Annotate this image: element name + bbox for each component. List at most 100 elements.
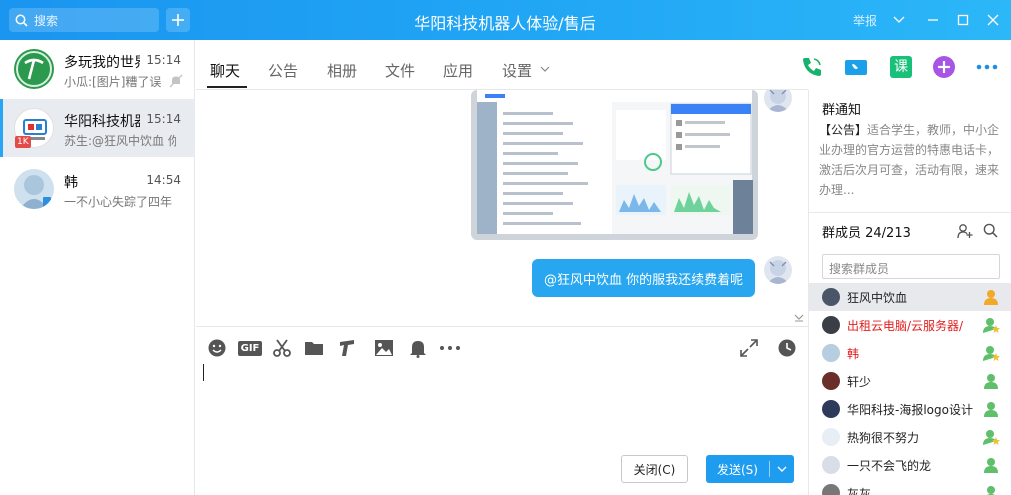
- member-name: 灰灰: [847, 487, 872, 495]
- file-button[interactable]: [303, 337, 325, 359]
- member-admin-star-icon: [983, 346, 1000, 361]
- member-item[interactable]: 一只不会飞的龙: [809, 451, 1011, 479]
- search-box[interactable]: 搜索: [9, 8, 159, 32]
- tab-chat[interactable]: 聊天: [210, 60, 240, 81]
- message-input-area[interactable]: GIF 关闭(C) 发送(S): [196, 326, 808, 495]
- gif-button[interactable]: GIF: [237, 337, 263, 359]
- phone-icon: [803, 58, 821, 76]
- image-button[interactable]: [373, 337, 395, 359]
- title-bar: 搜索 华阳科技机器人体验/售后 举报: [0, 0, 1011, 40]
- add-button[interactable]: [166, 8, 190, 32]
- screenshot-button[interactable]: [271, 337, 293, 359]
- member-role-icon: [984, 290, 998, 305]
- chevron-down-icon: [777, 466, 787, 472]
- course-button[interactable]: 课: [888, 54, 914, 80]
- add-member-icon[interactable]: [957, 223, 973, 239]
- bell-icon: [410, 341, 426, 358]
- expand-input-button[interactable]: [738, 337, 760, 359]
- member-avatar: [822, 428, 840, 446]
- conversation-time: 14:54: [146, 173, 181, 187]
- more-tools-button[interactable]: [439, 337, 461, 359]
- member-admin-star-icon: [983, 430, 1000, 445]
- member-name: 出租云电脑/云服务器/: [847, 319, 964, 333]
- send-options-dropdown[interactable]: [770, 466, 794, 473]
- member-item[interactable]: 华阳科技-海报logo设计: [809, 395, 1011, 423]
- active-indicator: [0, 99, 3, 157]
- member-item[interactable]: 灰灰: [809, 479, 1011, 495]
- member-admin-star-icon: [983, 318, 1000, 333]
- maximize-button[interactable]: [954, 11, 972, 29]
- anime-avatar-icon: [767, 90, 789, 112]
- tab-album[interactable]: 相册: [327, 60, 357, 81]
- more-options-button[interactable]: [974, 54, 1000, 80]
- music-note-icon: [340, 340, 354, 356]
- member-role-icon: [986, 486, 996, 495]
- clock-icon: [778, 339, 796, 357]
- member-item[interactable]: 韩: [809, 339, 1011, 367]
- more-apps-button[interactable]: [931, 54, 957, 80]
- chevron-down-icon: [540, 66, 550, 72]
- member-item[interactable]: 狂风中饮血: [809, 283, 1011, 311]
- minimize-button[interactable]: [924, 11, 942, 29]
- window-title: 华阳科技机器人体验/售后: [414, 14, 596, 33]
- history-button[interactable]: [776, 337, 798, 359]
- conversation-item-active[interactable]: 1K 华阳科技机器人体验 15:14 苏生:@狂风中饮血 你: [0, 99, 195, 157]
- video-call-button[interactable]: [843, 54, 869, 80]
- conversation-time: 15:14: [146, 112, 181, 126]
- conversation-item[interactable]: 韩 14:54 一不小心失踪了四年（: [0, 160, 195, 218]
- conversation-item[interactable]: 多玩我的世界 15:14 小瓜:[图片]糟了误: [0, 40, 195, 98]
- member-avatar: [822, 400, 840, 418]
- member-role-icon: [984, 402, 998, 417]
- plus-circle-icon: [933, 56, 955, 78]
- conversation-preview: 苏生:@狂风中饮血 你: [64, 134, 176, 148]
- search-icon[interactable]: [983, 223, 998, 238]
- conversation-name: 多玩我的世界: [64, 55, 140, 71]
- member-avatar: [822, 288, 840, 306]
- plus-icon: [172, 14, 184, 26]
- chevron-down-icon: [893, 16, 905, 23]
- member-search-input[interactable]: 搜索群成员: [822, 254, 1000, 279]
- member-name: 热狗很不努力: [847, 431, 920, 445]
- pickaxe-icon: [16, 51, 52, 87]
- send-label: 发送(S): [717, 462, 758, 477]
- report-link[interactable]: 举报: [853, 12, 877, 29]
- text-caret: [203, 364, 204, 381]
- chat-message-bubble[interactable]: @狂风中饮血 你的服我还续费着呢: [532, 259, 756, 297]
- member-item[interactable]: 轩少: [809, 367, 1011, 395]
- conversation-list: 多玩我的世界 15:14 小瓜:[图片]糟了误 1K 华阳科技机器人体验 15:…: [0, 40, 195, 495]
- sender-avatar[interactable]: [764, 256, 792, 284]
- send-button[interactable]: 发送(S): [706, 455, 794, 483]
- close-window-button[interactable]: [984, 11, 1002, 29]
- group-notice-body[interactable]: 【公告】适合学生，教师，中小企业办理的官方运营的特惠电话卡，激活后次月可查，活动…: [819, 120, 1003, 200]
- music-button[interactable]: [336, 337, 358, 359]
- member-avatar: [822, 456, 840, 474]
- emoji-button[interactable]: [206, 337, 228, 359]
- shared-screenshot-image[interactable]: [471, 90, 758, 240]
- member-avatar: [822, 344, 840, 362]
- conversation-name: 韩: [64, 175, 78, 191]
- close-button[interactable]: 关闭(C): [621, 455, 688, 483]
- tab-settings[interactable]: 设置: [502, 60, 532, 81]
- muted-bell-icon: [169, 74, 183, 88]
- conversation-preview: 一不小心失踪了四年（: [64, 195, 176, 209]
- sender-avatar[interactable]: [764, 90, 792, 112]
- member-count-title: 群成员 24/213: [822, 226, 911, 241]
- avatar: [14, 49, 54, 89]
- tab-files[interactable]: 文件: [385, 60, 415, 81]
- tab-apps[interactable]: 应用: [443, 60, 473, 81]
- conversation-name: 华阳科技机器人体验: [64, 114, 140, 130]
- notice-tag: 【公告】: [819, 123, 868, 137]
- folder-icon: [305, 342, 323, 355]
- member-item[interactable]: 出租云电脑/云服务器/: [809, 311, 1011, 339]
- voice-call-button[interactable]: [799, 54, 825, 80]
- dropdown-button[interactable]: [890, 11, 908, 29]
- chat-history[interactable]: @狂风中饮血 你的服我还续费着呢: [196, 90, 808, 326]
- expand-icon: [740, 339, 758, 357]
- member-item[interactable]: 热狗很不努力: [809, 423, 1011, 451]
- member-avatar: [822, 316, 840, 334]
- remind-button[interactable]: [407, 337, 429, 359]
- scroll-down-icon[interactable]: [794, 314, 804, 322]
- tab-announcement[interactable]: 公告: [268, 60, 298, 81]
- ellipsis-icon: [440, 346, 460, 350]
- member-avatar: [822, 372, 840, 390]
